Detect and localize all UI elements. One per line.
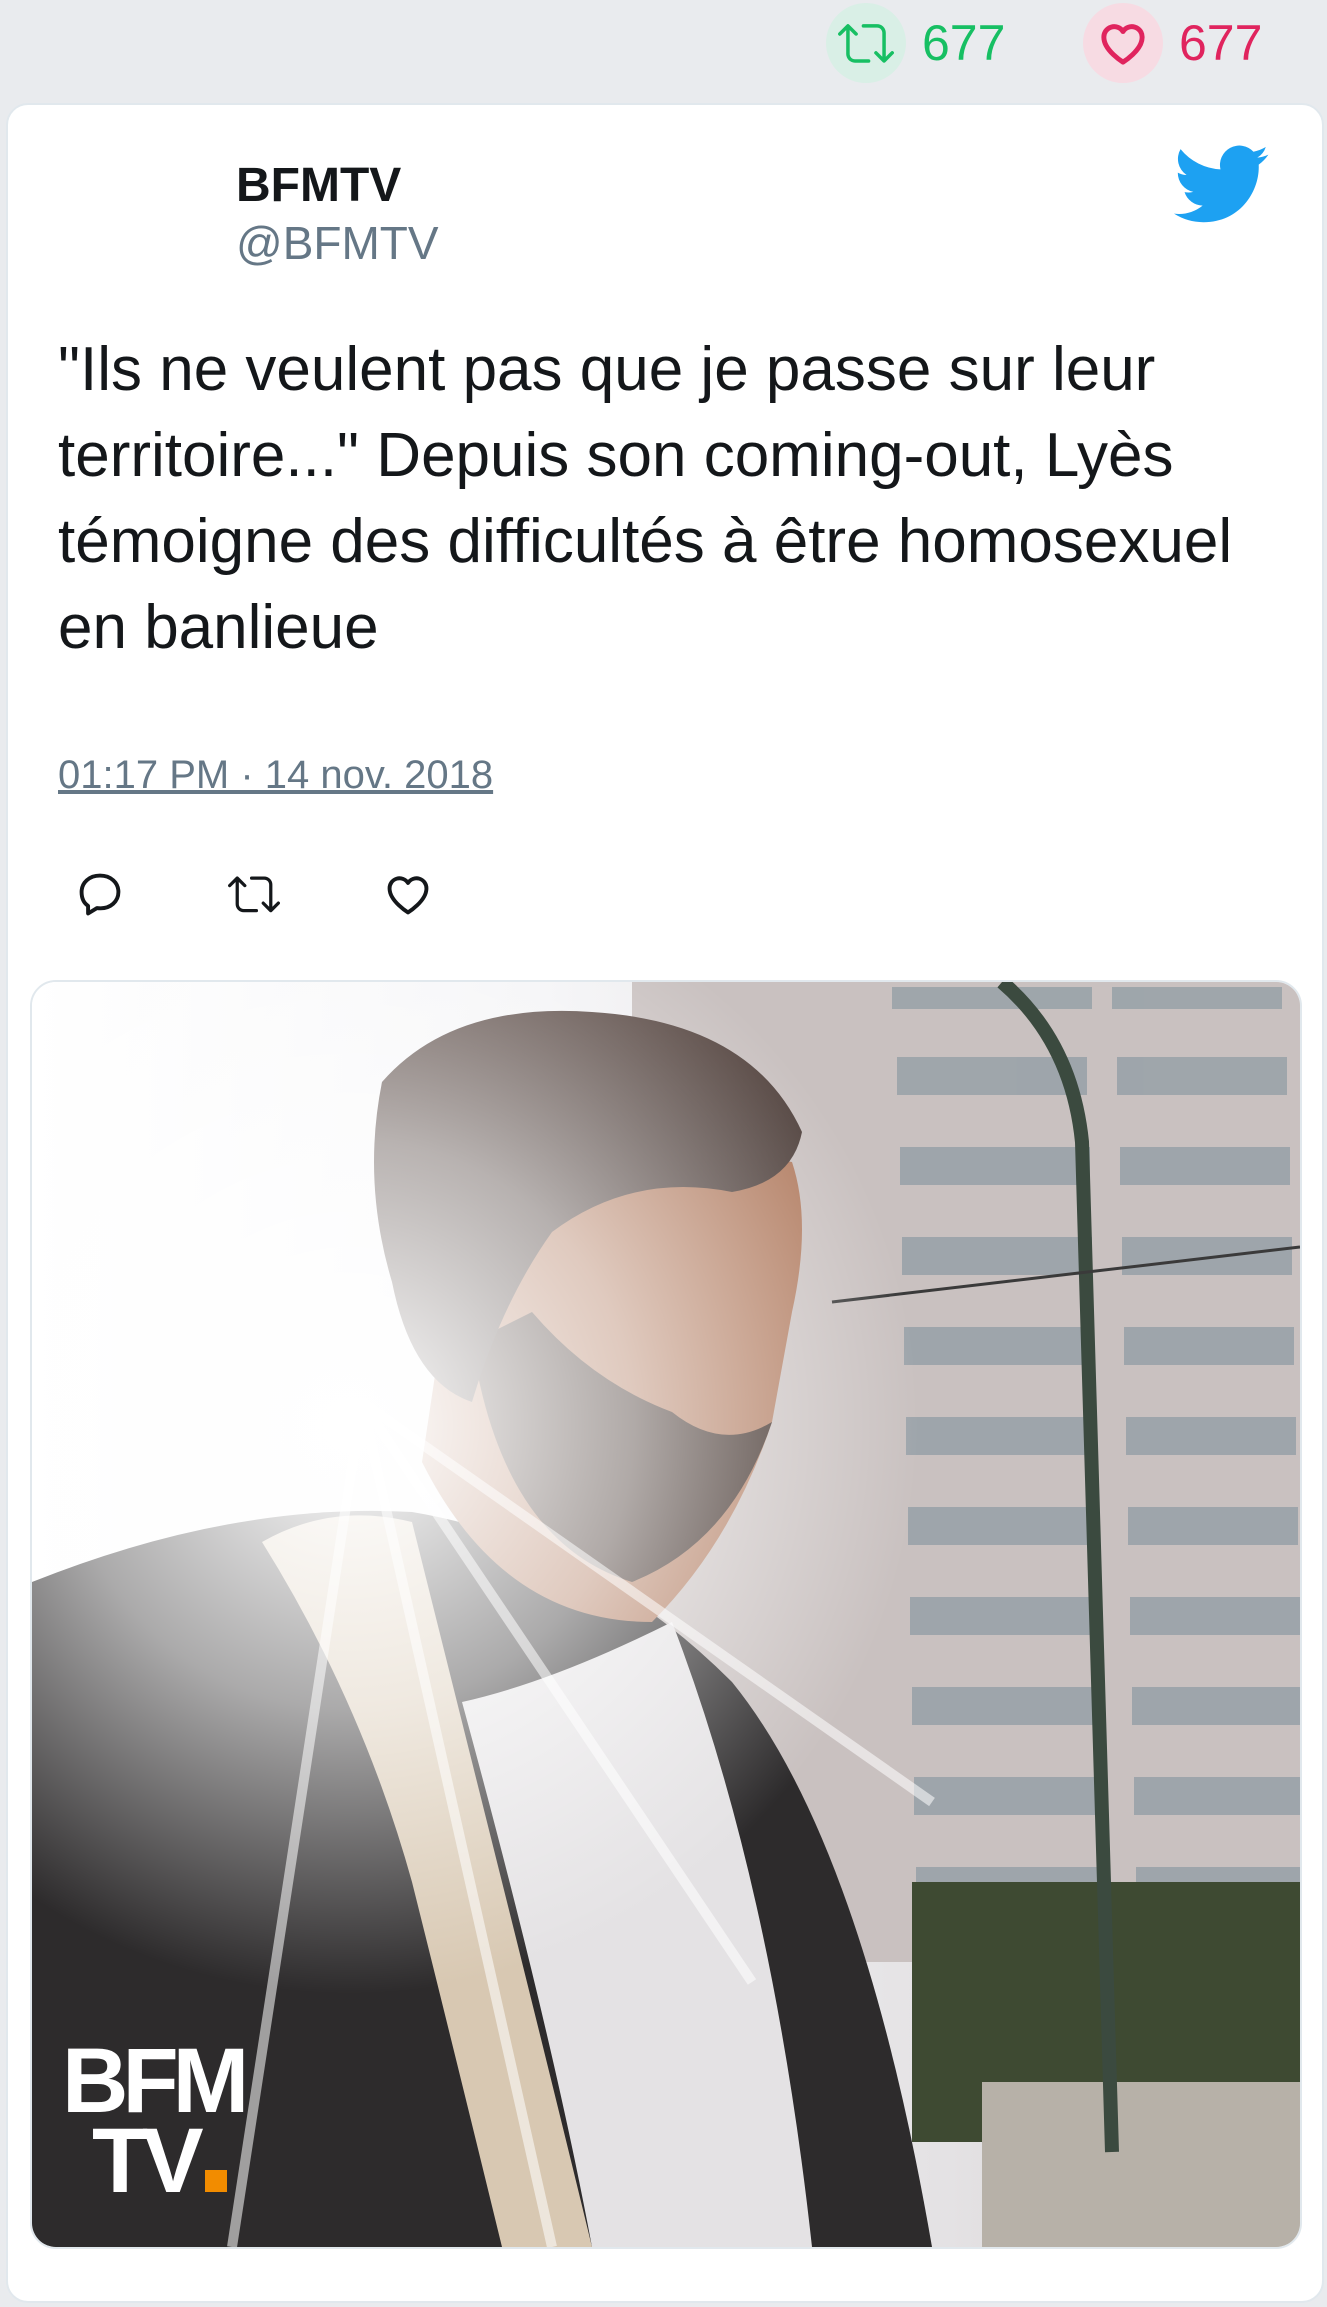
twitter-bird-icon[interactable] xyxy=(1174,145,1270,225)
retweet-count: 677 xyxy=(922,15,1006,71)
like-counter[interactable]: 677 xyxy=(1083,3,1263,83)
watermark-line-2: TV xyxy=(92,2110,203,2212)
tweet-text: "Ils ne veulent pas que je passe sur leu… xyxy=(58,335,1233,662)
retweet-action-icon[interactable] xyxy=(228,868,280,920)
retweet-icon[interactable] xyxy=(826,3,906,83)
tweet-actions xyxy=(74,868,536,920)
heart-icon[interactable] xyxy=(1083,3,1163,83)
engagement-bar: 677 677 xyxy=(0,0,1327,103)
like-action-icon[interactable] xyxy=(382,868,434,920)
like-count: 677 xyxy=(1179,15,1263,71)
tweet-timestamp[interactable]: 01:17 PM · 14 nov. 2018 xyxy=(58,753,493,798)
tweet-media-image[interactable]: BFM TV xyxy=(30,980,1302,2249)
tweet-card: BFMTV @BFMTV "Ils ne veulent pas que je … xyxy=(6,103,1324,2303)
retweet-counter[interactable]: 677 xyxy=(826,3,1006,83)
author-block[interactable]: BFMTV @BFMTV xyxy=(236,157,439,271)
author-name[interactable]: BFMTV xyxy=(236,157,439,215)
author-handle[interactable]: @BFMTV xyxy=(236,215,439,271)
reply-icon[interactable] xyxy=(74,868,126,920)
